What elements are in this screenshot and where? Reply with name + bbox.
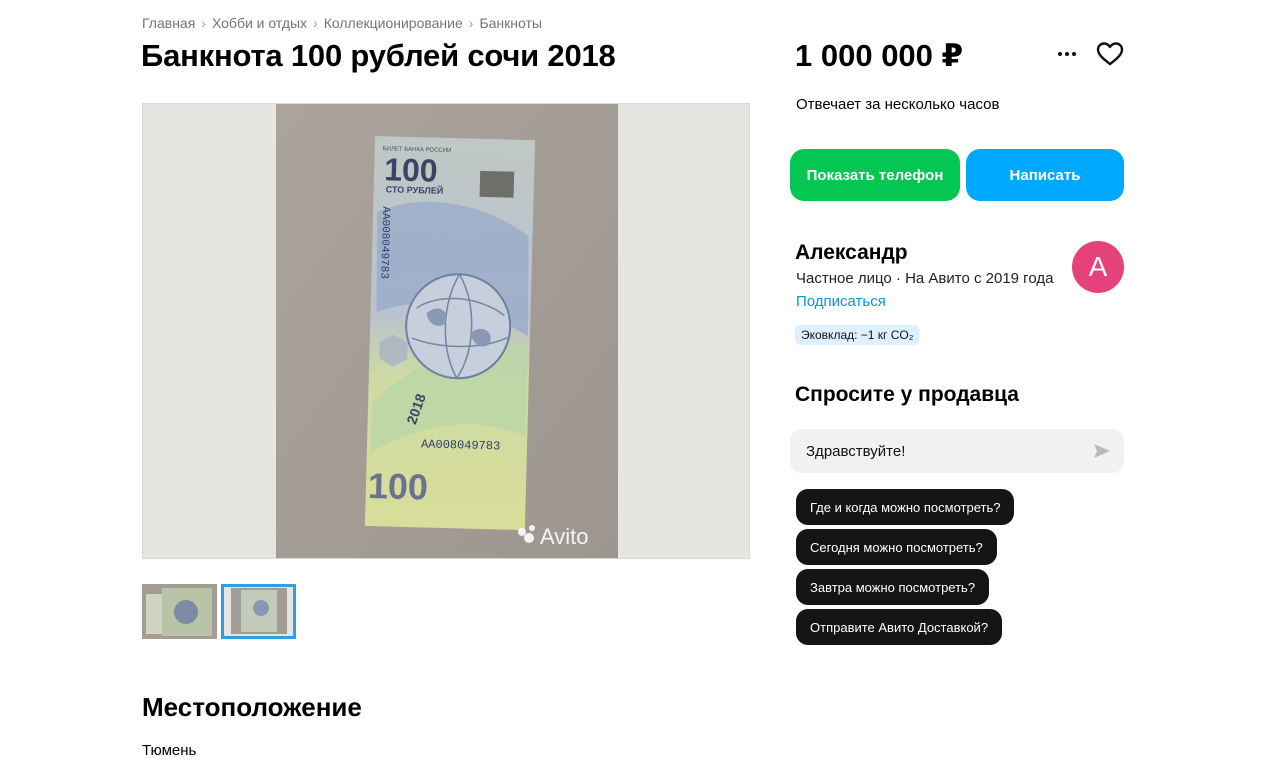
ask-seller-heading: Спросите у продавца	[795, 383, 1019, 406]
subscribe-link[interactable]: Подписаться	[796, 293, 886, 310]
seller-meta: Частное лицо · На Авито с 2019 года	[796, 270, 1054, 287]
thumbnail-2[interactable]	[221, 584, 296, 639]
breadcrumb-collecting[interactable]: Коллекционирование	[324, 15, 463, 31]
suggestion-chip[interactable]: Завтра можно посмотреть?	[796, 569, 990, 605]
heart-icon[interactable]	[1096, 41, 1124, 67]
banknote-denomination-bottom: 100	[367, 465, 428, 508]
suggestion-chip[interactable]: Сегодня можно посмотреть?	[796, 529, 997, 565]
eco-badge[interactable]: Эковклад: −1 кг CO₂	[795, 325, 920, 345]
price: 1 000 000 ₽	[795, 38, 964, 73]
banknote-photo: БИЛЕТ БАНКА РОССИИ 100 СТО РУБЛЕЙ АА0080…	[276, 104, 618, 558]
page-title: Банкнота 100 рублей сочи 2018	[141, 38, 616, 73]
suggestion-chip[interactable]: Где и когда можно посмотреть?	[796, 489, 1015, 525]
seller-name[interactable]: Александр	[795, 241, 908, 265]
watermark-text: Avito	[540, 524, 589, 549]
breadcrumb-home[interactable]: Главная	[142, 15, 195, 31]
banknote-serial-vertical: АА008049783	[377, 206, 391, 279]
thumbnail-1[interactable]	[142, 584, 217, 639]
breadcrumb-separator: ›	[468, 15, 474, 31]
breadcrumb-banknotes[interactable]: Банкноты	[479, 15, 542, 31]
breadcrumb-separator: ›	[313, 15, 318, 31]
location-city: Тюмень	[142, 742, 197, 759]
avatar[interactable]: А	[1072, 241, 1124, 293]
more-icon[interactable]	[1055, 44, 1079, 64]
message-input[interactable]	[790, 429, 1124, 473]
banknote-serial-horizontal: АА008049783	[421, 437, 501, 453]
thumbnail-strip	[142, 584, 296, 639]
main-photo[interactable]: БИЛЕТ БАНКА РОССИИ 100 СТО РУБЛЕЙ АА0080…	[142, 103, 750, 559]
reply-time: Отвечает за несколько часов	[796, 96, 1000, 113]
banknote-image: БИЛЕТ БАНКА РОССИИ 100 СТО РУБЛЕЙ АА0080…	[276, 104, 618, 558]
banknote-caption: СТО РУБЛЕЙ	[386, 183, 444, 196]
show-phone-button[interactable]: Показать телефон	[790, 149, 960, 201]
banknote-denomination-top: 100	[384, 151, 438, 188]
breadcrumb-separator: ›	[201, 15, 206, 31]
suggestion-chip[interactable]: Отправите Авито Доставкой?	[796, 609, 1003, 645]
breadcrumb-hobby[interactable]: Хобби и отдых	[212, 15, 307, 31]
location-heading: Местоположение	[142, 692, 362, 722]
breadcrumb: Главная › Хобби и отдых › Коллекциониров…	[142, 15, 542, 31]
write-message-button[interactable]: Написать	[966, 149, 1124, 201]
send-icon[interactable]	[1092, 441, 1112, 461]
